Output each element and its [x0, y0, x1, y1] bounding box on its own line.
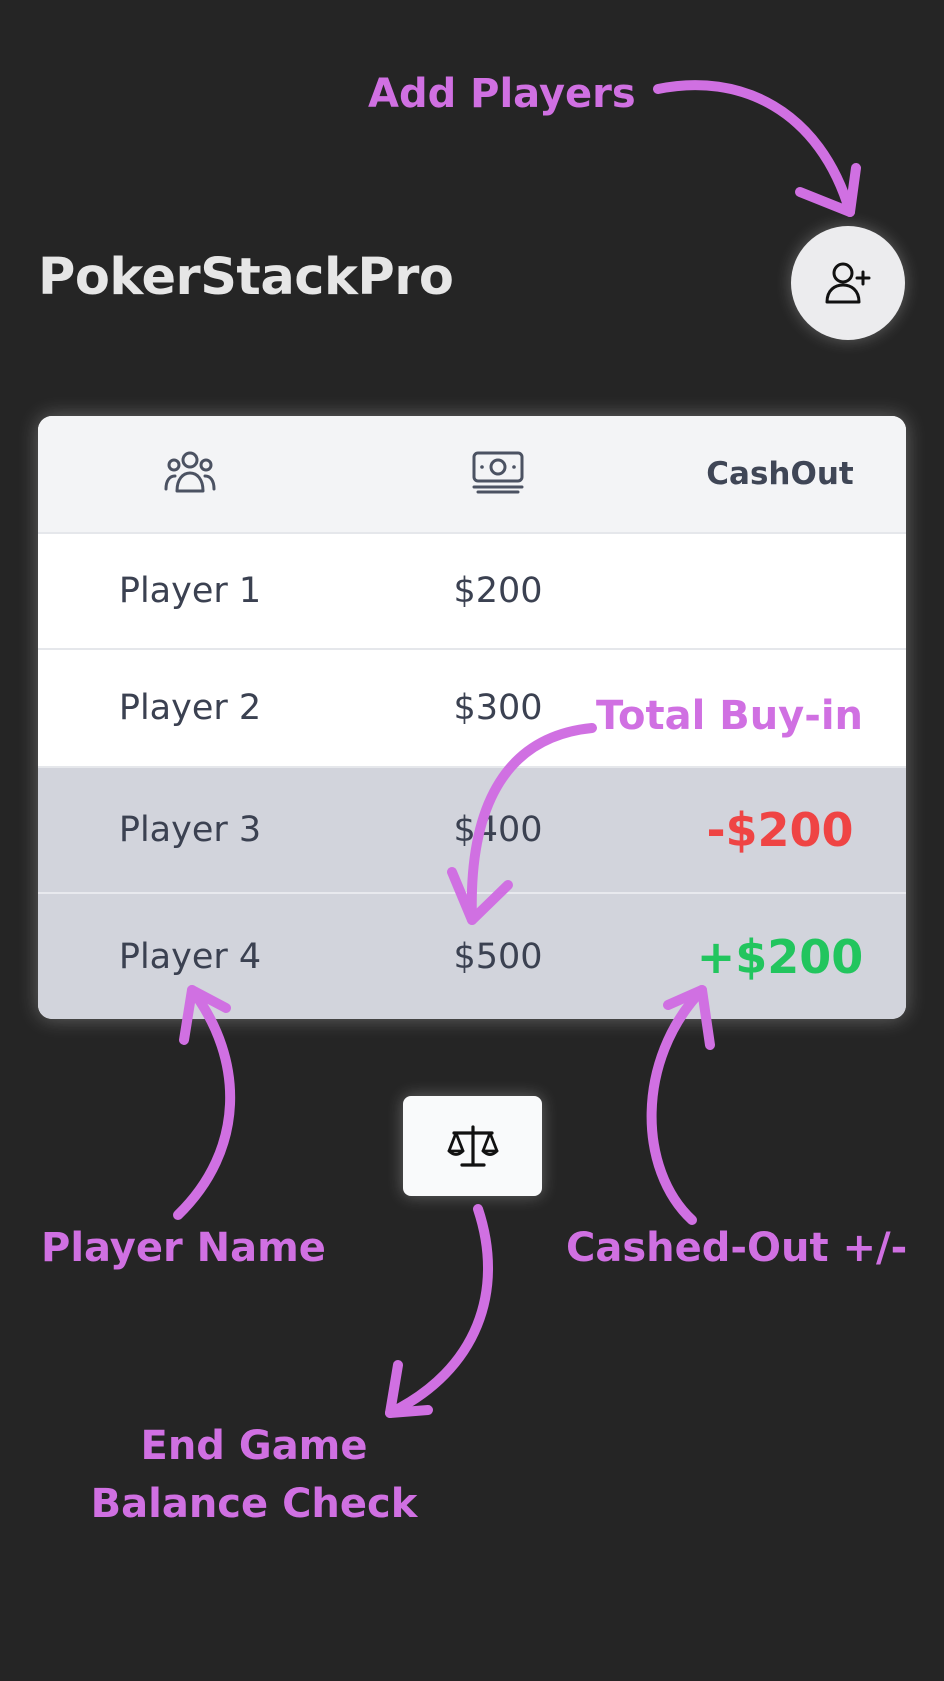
player-buyin: $200 [453, 571, 543, 611]
annotation-player-name: Player Name [41, 1225, 326, 1271]
player-cashout: +$200 [696, 929, 864, 984]
table-row[interactable]: Player 4 $500 +$200 [38, 894, 906, 1019]
arrow-player-name [173, 985, 236, 1220]
header-cashout: CashOut [706, 456, 854, 492]
player-buyin: $400 [453, 810, 543, 850]
player-name: Player 1 [118, 571, 262, 611]
table-row[interactable]: Player 1 $200 [38, 534, 906, 650]
player-name: Player 4 [118, 936, 262, 977]
arrow-end-game [385, 1204, 493, 1418]
player-buyin: $500 [453, 936, 543, 977]
header-players [38, 449, 342, 499]
arrow-add-players-head [795, 163, 861, 217]
annotation-end-game-line2: Balance Check [90, 1481, 418, 1527]
annotation-end-game: End Game Balance Check [60, 1426, 448, 1524]
players-icon [164, 451, 216, 493]
player-cashout: -$200 [706, 803, 854, 857]
app-screen: PokerStackPro CashOut Player 1 $200 Play… [0, 0, 944, 1681]
annotation-cashed-out: Cashed-Out +/- [566, 1225, 908, 1271]
annotation-total-buyin: Total Buy-in [596, 693, 864, 739]
table-row[interactable]: Player 3 $400 -$200 [38, 768, 906, 894]
balance-check-button[interactable] [403, 1096, 542, 1196]
player-name: Player 2 [118, 688, 262, 728]
arrow-add-players [653, 80, 855, 217]
arrow-end-game-head [385, 1360, 433, 1418]
annotation-end-game-line1: End Game [140, 1423, 368, 1469]
table-header: CashOut [38, 416, 906, 534]
app-title: PokerStackPro [38, 248, 454, 307]
scale-icon [447, 1125, 498, 1167]
header-buyin [342, 449, 654, 499]
arrow-cashed-out [646, 985, 707, 1225]
player-name: Player 3 [118, 810, 262, 850]
add-player-button[interactable] [791, 226, 905, 340]
user-plus-icon [825, 262, 871, 304]
cash-icon [472, 451, 524, 494]
annotation-add-players: Add Players [368, 71, 636, 117]
